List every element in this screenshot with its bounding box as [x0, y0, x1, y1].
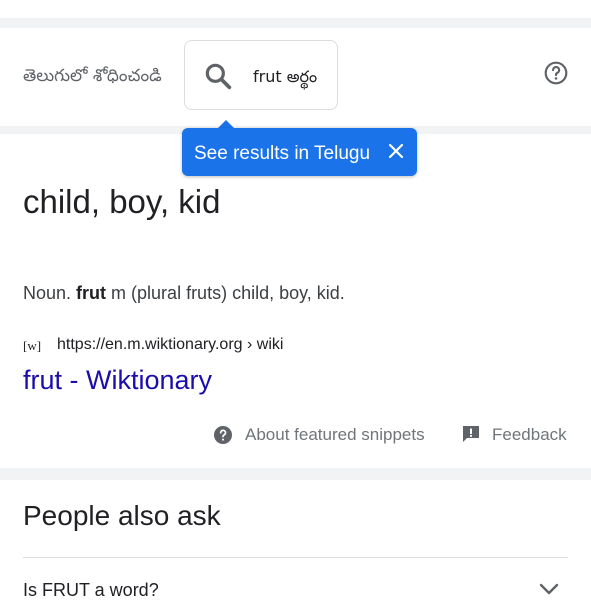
telugu-search-label: తెలుగులో శోధించండి	[23, 66, 162, 86]
definition-term: frut	[76, 283, 107, 303]
definition-prefix: Noun.	[23, 283, 77, 303]
about-icon[interactable]	[213, 425, 233, 445]
paa-divider	[23, 557, 568, 558]
about-featured-snippets[interactable]: About featured snippets	[245, 425, 425, 445]
search-query[interactable]: frut అర్థం	[253, 67, 317, 90]
snippet-definition: Noun. frut m (plural fruts) child, boy, …	[23, 283, 345, 304]
search-icon[interactable]	[202, 60, 234, 92]
wiktionary-favicon: [w]	[23, 338, 42, 353]
close-icon[interactable]	[386, 141, 406, 161]
feedback-link[interactable]: Feedback	[492, 425, 567, 445]
snippet-answer: child, boy, kid	[23, 183, 221, 220]
result-link[interactable]: frut - Wiktionary	[23, 365, 212, 396]
help-icon[interactable]	[543, 60, 569, 86]
section-divider	[0, 18, 591, 28]
tooltip-text[interactable]: See results in Telugu	[194, 143, 370, 165]
chevron-down-icon[interactable]	[538, 582, 560, 596]
top-bar	[0, 0, 591, 18]
definition-rest: m (plural fruts) child, boy, kid.	[106, 283, 345, 303]
people-also-ask-heading: People also ask	[23, 500, 221, 531]
section-divider	[0, 468, 591, 480]
source-url[interactable]: https://en.m.wiktionary.org › wiki	[57, 336, 283, 354]
feedback-icon[interactable]	[462, 425, 480, 443]
